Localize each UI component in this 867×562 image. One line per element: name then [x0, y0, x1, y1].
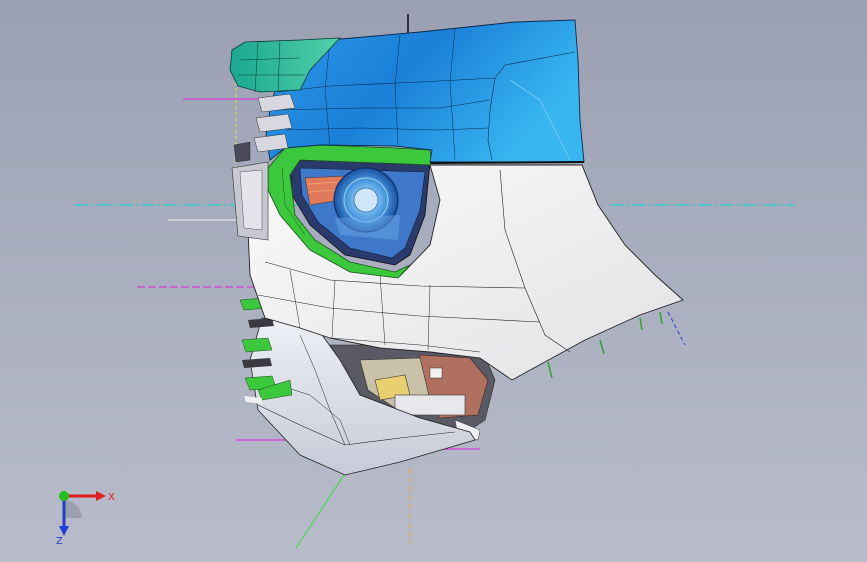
cad-viewport[interactable]: X Z	[0, 0, 867, 562]
triad-z-label: Z	[56, 536, 63, 547]
triad-x-arrow-icon	[64, 491, 106, 501]
triad-origin-icon	[59, 491, 69, 501]
axis-triad[interactable]: X Z	[44, 478, 124, 548]
triad-x-label: X	[108, 492, 115, 503]
triad-plane-icon	[64, 500, 82, 518]
cad-model-scene[interactable]	[0, 0, 867, 562]
